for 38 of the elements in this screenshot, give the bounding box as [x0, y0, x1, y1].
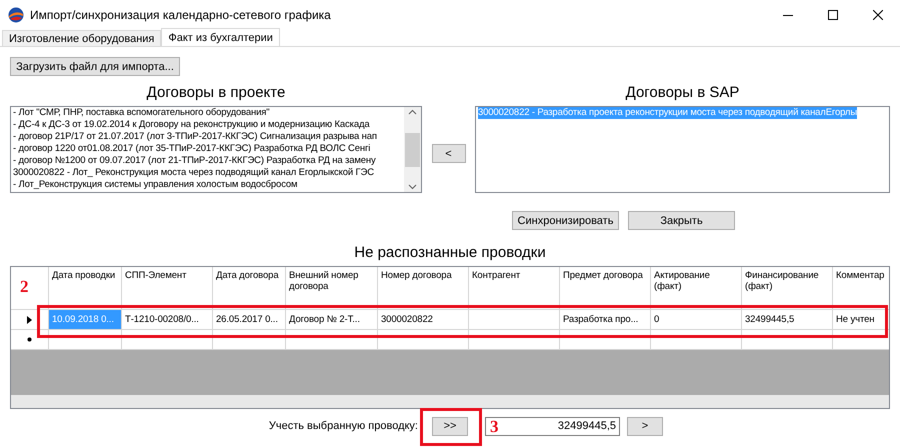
move-left-button[interactable]: < [432, 144, 466, 163]
apply-button[interactable]: >> [432, 416, 468, 436]
list-heading: Договоры в проекте [146, 84, 286, 103]
list-item[interactable]: - Лот_Реконструкция системы управления холостым водосбросом [13, 179, 298, 190]
apply-label: Учесть выбранную проводку: [268, 420, 418, 432]
table-cell[interactable] [651, 330, 742, 350]
annotation-number: 2 [20, 277, 28, 297]
table-cell[interactable] [469, 330, 560, 350]
section-heading: Не распознанные проводки [353, 244, 547, 263]
table-cell[interactable] [742, 330, 833, 350]
list-heading: Договоры в SAP [624, 84, 740, 103]
scroll-down-icon[interactable] [408, 184, 417, 190]
list-item[interactable]: - договор 1220 от01.08.2017 (лот 35-ТПиР-2017-ККГЭС) Разработка РД ВОЛС Сенгі [13, 143, 370, 154]
table-cell[interactable] [560, 330, 651, 350]
list-item[interactable]: - договор №1200 от 09.07.2017 (лот 21-ТПиР-2017-ККГЭС) Разработка РД на замену [13, 155, 376, 166]
next-button[interactable]: > [627, 416, 663, 436]
table-cell[interactable] [286, 330, 378, 350]
horizontal-scrollbar[interactable] [11, 395, 889, 408]
table-cell[interactable] [378, 330, 469, 350]
scroll-up-icon[interactable] [408, 109, 417, 115]
scrollbar[interactable] [404, 107, 421, 192]
highlight-frame [420, 408, 482, 446]
list-item[interactable]: - ДС-4 к ДС-3 от 19.02.2014 к Договору на реконструкцию и модернизацию Каскада [13, 119, 370, 130]
table-cell[interactable] [213, 330, 286, 350]
app-logo-icon [8, 7, 24, 23]
annotation-number: 3 [490, 417, 498, 437]
table-cell[interactable] [49, 330, 122, 350]
project-contracts-list[interactable] [10, 106, 422, 193]
list-item[interactable]: 3000020822 - Лот_ Реконструкция моста через подводящий канал Егорлыкской ГЭС [13, 167, 374, 178]
tab[interactable]: Изготовление оборудования [2, 30, 162, 46]
sync-button[interactable]: Синхронизировать [512, 211, 619, 230]
window-title: Импорт/синхронизация календарно-сетевого графика [30, 8, 332, 22]
load-file-button[interactable]: Загрузить файл для импорта... [10, 57, 180, 76]
close-button[interactable]: Закрыть [628, 211, 735, 230]
tab[interactable]: Факт из бухгалтерии [161, 28, 280, 46]
list-item[interactable]: - Лот "СМР, ПНР, поставка вспомогательного оборудования" [13, 107, 270, 118]
table-cell[interactable] [122, 330, 213, 350]
list-item[interactable]: - договор 21Р/17 от 21.07.2017 (лот 3-ТПиР-2017-ККГЭС) Сигнализация разрыва нап [13, 131, 377, 142]
